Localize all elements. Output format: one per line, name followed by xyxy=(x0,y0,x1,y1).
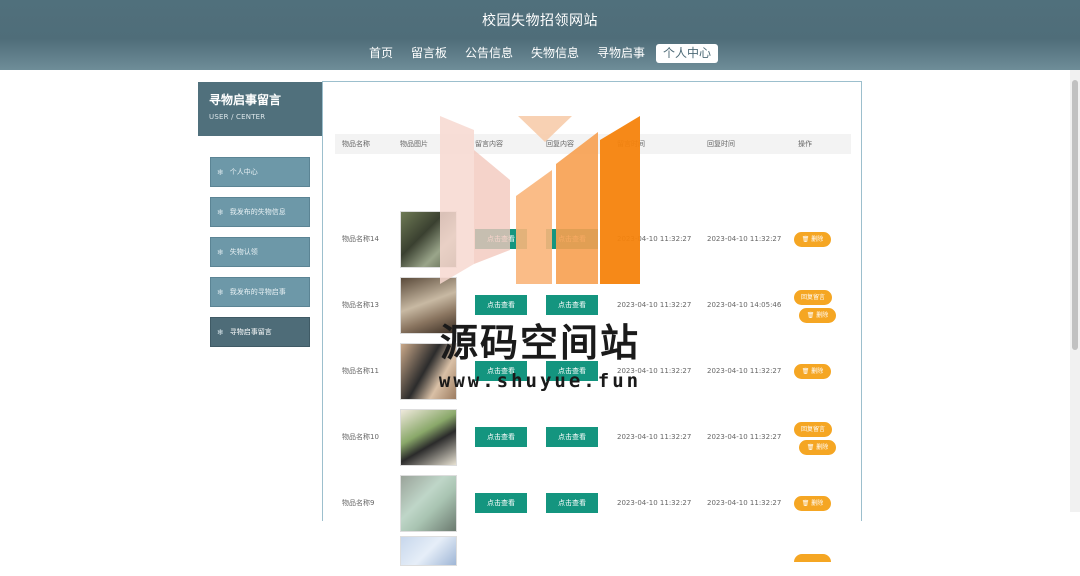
sidebar-subtitle: USER / CENTER xyxy=(209,113,266,121)
trash-icon: 🗑 xyxy=(806,312,817,319)
item-name: 物品名称13 xyxy=(342,301,379,309)
message-time: 2023-04-10 11:32:27 xyxy=(617,301,692,309)
trash-icon: 🗑 xyxy=(801,368,812,375)
delete-button[interactable]: 🗑 删除 xyxy=(799,440,836,455)
item-image[interactable] xyxy=(400,276,457,334)
sidebar-item-user-center[interactable]: ❄ 个人中心 xyxy=(210,157,310,187)
sidebar-item-label: 寻物启事留言 xyxy=(229,328,272,336)
reply-button[interactable]: 回复留言 xyxy=(794,290,832,305)
message-time: 2023-04-10 11:32:27 xyxy=(617,499,692,507)
nav-message-board[interactable]: 留言板 xyxy=(404,44,454,63)
nav-lost-notices[interactable]: 寻物启事 xyxy=(590,44,652,63)
header-message: 留言内容 xyxy=(475,140,503,148)
sidebar-item-notice-messages[interactable]: ❄ 寻物启事留言 xyxy=(210,317,310,347)
header-message-time: 留言时间 xyxy=(617,140,645,148)
message-time: 2023-04-10 11:32:27 xyxy=(617,433,692,441)
reply-time: 2023-04-10 11:32:27 xyxy=(707,235,782,243)
view-reply-button[interactable]: 点击查看 xyxy=(546,229,598,249)
item-name: 物品名称10 xyxy=(342,433,379,441)
site-title: 校园失物招领网站 xyxy=(482,13,598,29)
trash-icon: 🗑 xyxy=(806,444,817,451)
item-image[interactable] xyxy=(400,210,457,268)
table-row: 物品名称11 点击查看 点击查看 2023-04-10 11:32:27 202… xyxy=(335,338,851,404)
site-header: 校园失物招领网站 首页 留言板 公告信息 失物信息 寻物启事 个人中心 xyxy=(0,0,1080,70)
snowflake-icon: ❄ xyxy=(217,287,224,297)
view-message-button[interactable]: 点击查看 xyxy=(475,361,527,381)
sidebar-title: 寻物启事留言 xyxy=(209,93,282,107)
view-reply-button[interactable]: 点击查看 xyxy=(546,295,598,315)
reply-time: 2023-04-10 14:05:46 xyxy=(707,301,782,309)
scrollbar-thumb[interactable] xyxy=(1072,80,1078,350)
trash-icon: 🗑 xyxy=(801,500,812,507)
sidebar-item-my-lost-notices[interactable]: ❄ 我发布的寻物启事 xyxy=(210,277,310,307)
header-reply: 回复内容 xyxy=(546,140,574,148)
snowflake-icon: ❄ xyxy=(217,167,224,177)
sidebar-menu: ❄ 个人中心 ❄ 我发布的失物信息 ❄ 失物认领 ❄ 我发布的寻物启事 ❄ 寻物… xyxy=(210,157,310,357)
view-reply-button[interactable]: 点击查看 xyxy=(546,493,598,513)
reply-time: 2023-04-10 11:32:27 xyxy=(707,499,782,507)
view-reply-button[interactable]: 点击查看 xyxy=(546,361,598,381)
main-nav: 首页 留言板 公告信息 失物信息 寻物启事 个人中心 xyxy=(0,44,1080,63)
delete-button[interactable]: 🗑 删除 xyxy=(794,496,831,511)
sidebar-item-my-lost-items[interactable]: ❄ 我发布的失物信息 xyxy=(210,197,310,227)
table-row: 物品名称13 点击查看 点击查看 2023-04-10 11:32:27 202… xyxy=(335,272,851,338)
message-time: 2023-04-10 11:32:27 xyxy=(617,367,692,375)
item-name: 物品名称11 xyxy=(342,367,379,375)
table-header: 物品名称 物品图片 留言内容 回复内容 留言时间 回复时间 操作 xyxy=(335,134,851,154)
header-actions: 操作 xyxy=(798,140,812,148)
reply-time: 2023-04-10 11:32:27 xyxy=(707,367,782,375)
item-image[interactable] xyxy=(400,342,457,400)
header-item-name: 物品名称 xyxy=(342,140,370,148)
sidebar-item-label: 我发布的失物信息 xyxy=(229,208,286,216)
item-image[interactable] xyxy=(400,474,457,532)
reply-button[interactable]: 回复留言 xyxy=(794,422,832,437)
snowflake-icon: ❄ xyxy=(217,207,224,217)
nav-announcements[interactable]: 公告信息 xyxy=(458,44,520,63)
sidebar-item-label: 个人中心 xyxy=(229,168,258,176)
delete-button[interactable] xyxy=(794,554,831,562)
view-message-button[interactable]: 点击查看 xyxy=(475,427,527,447)
item-image[interactable] xyxy=(400,408,457,466)
view-reply-button[interactable]: 点击查看 xyxy=(546,427,598,447)
view-message-button[interactable]: 点击查看 xyxy=(475,493,527,513)
view-message-button[interactable]: 点击查看 xyxy=(475,295,527,315)
delete-button[interactable]: 🗑 删除 xyxy=(794,232,831,247)
delete-button[interactable]: 🗑 删除 xyxy=(799,308,836,323)
nav-lost-items[interactable]: 失物信息 xyxy=(524,44,586,63)
item-name: 物品名称14 xyxy=(342,235,379,243)
header-reply-time: 回复时间 xyxy=(707,140,735,148)
delete-button[interactable]: 🗑 删除 xyxy=(794,364,831,379)
header-item-image: 物品图片 xyxy=(400,140,428,148)
trash-icon: 🗑 xyxy=(801,236,812,243)
item-name: 物品名称9 xyxy=(342,499,375,507)
snowflake-icon: ❄ xyxy=(217,327,224,337)
nav-home[interactable]: 首页 xyxy=(362,44,400,63)
sidebar-header: 寻物启事留言 USER / CENTER xyxy=(198,82,322,136)
table-row: 物品名称14 点击查看 点击查看 2023-04-10 11:32:27 202… xyxy=(335,206,851,272)
nav-user-center[interactable]: 个人中心 xyxy=(656,44,719,63)
view-message-button[interactable]: 点击查看 xyxy=(475,229,527,249)
page-scrollbar[interactable] xyxy=(1070,70,1080,512)
snowflake-icon: ❄ xyxy=(217,247,224,257)
sidebar-item-label: 我发布的寻物启事 xyxy=(229,288,286,296)
reply-time: 2023-04-10 11:32:27 xyxy=(707,433,782,441)
table-row: 物品名称10 点击查看 点击查看 2023-04-10 11:32:27 202… xyxy=(335,404,851,470)
item-image[interactable] xyxy=(400,536,457,566)
table-row xyxy=(335,536,851,576)
sidebar-item-label: 失物认领 xyxy=(229,248,258,256)
table-row: 物品名称9 点击查看 点击查看 2023-04-10 11:32:27 2023… xyxy=(335,470,851,536)
messages-table: 物品名称 物品图片 留言内容 回复内容 留言时间 回复时间 操作 物品名称14 … xyxy=(335,134,851,566)
message-time: 2023-04-10 11:32:27 xyxy=(617,235,692,243)
content-panel: 物品名称 物品图片 留言内容 回复内容 留言时间 回复时间 操作 物品名称14 … xyxy=(322,81,862,566)
sidebar-item-claims[interactable]: ❄ 失物认领 xyxy=(210,237,310,267)
